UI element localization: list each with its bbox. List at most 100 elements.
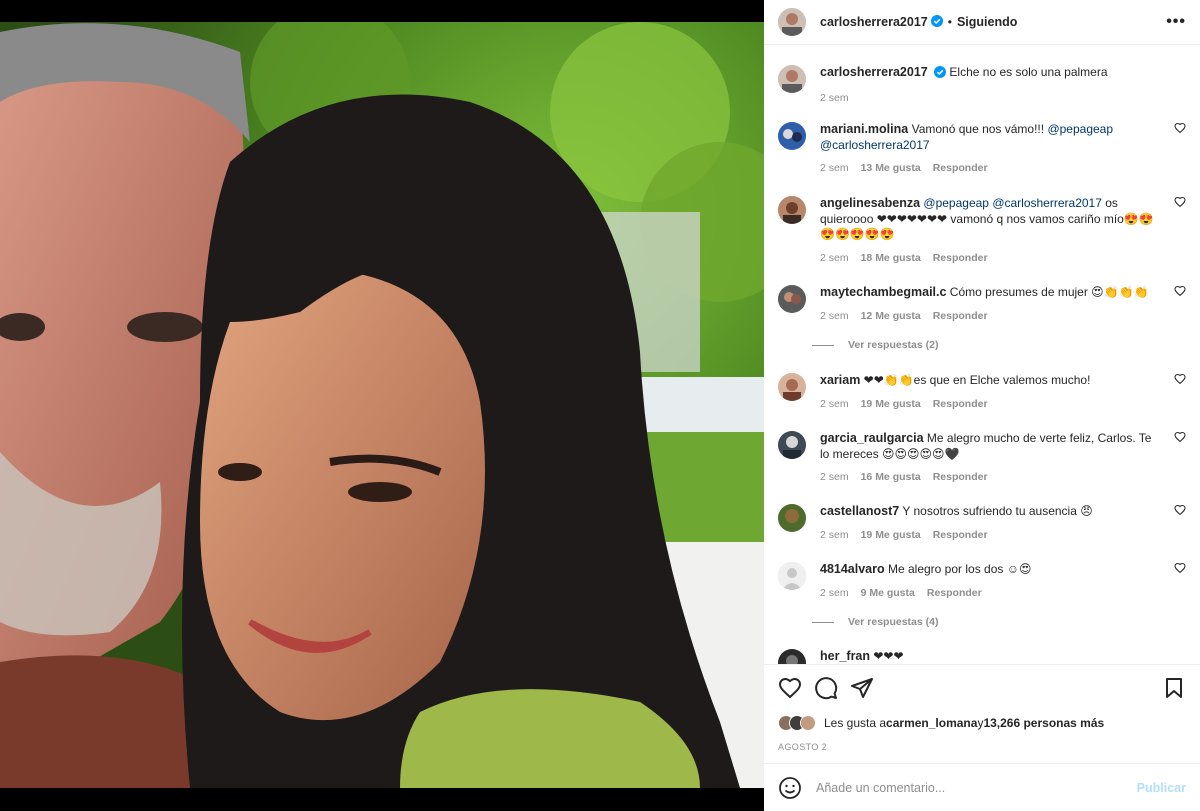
comment-likes[interactable]: 16 Me gusta bbox=[861, 471, 921, 483]
caption-username[interactable]: carlosherrera2017 bbox=[820, 65, 928, 79]
commenter-username[interactable]: mariani.molina bbox=[820, 122, 908, 136]
author-username[interactable]: carlosherrera2017 bbox=[820, 15, 928, 29]
post-side-panel: carlosherrera2017 • Siguiendo ••• carlos… bbox=[764, 0, 1200, 811]
comment-likes[interactable]: 19 Me gusta bbox=[861, 529, 921, 541]
action-buttons bbox=[764, 665, 1200, 711]
reply-button[interactable]: Responder bbox=[933, 398, 988, 410]
commenter-avatar[interactable] bbox=[778, 373, 806, 401]
heart-icon[interactable] bbox=[1174, 373, 1186, 385]
commenter-username[interactable]: 4814alvaro bbox=[820, 562, 885, 576]
post-date: AGOSTO 2 bbox=[778, 742, 828, 752]
comment-time: 2 sem bbox=[820, 162, 849, 174]
view-replies-label[interactable]: Ver respuestas (4) bbox=[848, 616, 938, 628]
comment-likes[interactable]: 18 Me gusta bbox=[861, 252, 921, 264]
reply-button[interactable]: Responder bbox=[933, 310, 988, 322]
author-avatar[interactable] bbox=[778, 8, 806, 36]
following-button[interactable]: Siguiendo bbox=[957, 15, 1017, 29]
comment-text: Me alegro por los dos ☺😍 bbox=[887, 562, 1032, 576]
commenter-username[interactable]: maytechambegmail.c bbox=[820, 285, 946, 299]
liker-username[interactable]: carmen_lomana bbox=[886, 716, 977, 730]
comment-text: ❤❤👏👏es que en Elche valemos mucho! bbox=[863, 373, 1091, 387]
replies-divider bbox=[812, 621, 834, 623]
liker-avatar bbox=[800, 715, 816, 731]
comment-time: 2 sem bbox=[820, 309, 849, 322]
mention-link[interactable]: @carlosherrera2017 bbox=[820, 138, 930, 152]
comment-likes[interactable]: 19 Me gusta bbox=[861, 398, 921, 410]
commenter-username[interactable]: castellanost7 bbox=[820, 504, 899, 518]
mention-link[interactable]: @pepageap bbox=[1047, 122, 1113, 136]
default-avatar-icon[interactable] bbox=[778, 562, 806, 590]
comment-text: Y nosotros sufriendo tu ausencia 😠 bbox=[902, 504, 1093, 518]
reply-button[interactable]: Responder bbox=[927, 587, 982, 599]
comment-time: 2 sem bbox=[820, 397, 849, 410]
heart-icon[interactable] bbox=[1174, 431, 1186, 443]
share-icon[interactable] bbox=[850, 676, 874, 700]
comment-item: 4814alvaro Me alegro por los dos ☺😍 2 se… bbox=[778, 562, 1186, 601]
heart-icon[interactable] bbox=[1174, 285, 1186, 297]
caption-text: Elche no es solo una palmera bbox=[949, 65, 1108, 79]
view-replies-button[interactable]: Ver respuestas (2) bbox=[812, 339, 938, 351]
post-photo[interactable] bbox=[0, 22, 764, 788]
comment-time: 2 sem bbox=[820, 251, 849, 264]
commenter-avatar[interactable] bbox=[778, 285, 806, 313]
comment-item: maytechambegmail.c Cómo presumes de muje… bbox=[778, 285, 1186, 324]
comment-likes[interactable]: 9 Me gusta bbox=[861, 587, 915, 599]
author-avatar-small[interactable] bbox=[778, 65, 806, 93]
commenter-username[interactable]: xariam bbox=[820, 373, 860, 387]
comment-time: 2 sem bbox=[820, 471, 849, 483]
likes-prefix: Les gusta a bbox=[824, 716, 887, 730]
reply-button[interactable]: Responder bbox=[933, 252, 988, 264]
heart-icon[interactable] bbox=[1174, 504, 1186, 516]
comment-text: ❤❤❤ bbox=[873, 649, 904, 663]
publish-button[interactable]: Publicar bbox=[1137, 781, 1186, 795]
commenter-avatar[interactable] bbox=[778, 504, 806, 532]
caption-time: 2 sem bbox=[820, 91, 849, 104]
post-header: carlosherrera2017 • Siguiendo ••• bbox=[764, 0, 1200, 45]
likes-summary: Les gusta a carmen_lomana y 13,266 perso… bbox=[764, 711, 1200, 735]
mention-link[interactable]: @pepageap bbox=[923, 196, 989, 210]
bookmark-icon[interactable] bbox=[1162, 676, 1186, 700]
reply-button[interactable]: Responder bbox=[933, 162, 988, 174]
comment-time: 2 sem bbox=[820, 586, 849, 599]
verified-icon bbox=[930, 14, 943, 30]
comment-item: mariani.molina Vamonó que nos vámo!!! @p… bbox=[778, 122, 1186, 177]
view-replies-label[interactable]: Ver respuestas (2) bbox=[848, 339, 938, 351]
commenter-username[interactable]: garcia_raulgarcia bbox=[820, 431, 924, 445]
emoji-icon[interactable] bbox=[778, 776, 802, 800]
comment-text: Cómo presumes de mujer 😍👏👏👏 bbox=[949, 285, 1149, 299]
header-separator: • bbox=[947, 15, 952, 29]
comment-item: xariam ❤❤👏👏es que en Elche valemos mucho… bbox=[778, 373, 1186, 412]
commenter-avatar[interactable] bbox=[778, 196, 806, 224]
reply-button[interactable]: Responder bbox=[933, 471, 988, 483]
heart-icon[interactable] bbox=[778, 676, 802, 700]
commenter-avatar[interactable] bbox=[778, 122, 806, 150]
heart-icon[interactable] bbox=[1174, 196, 1186, 208]
selfie-image bbox=[0, 22, 764, 788]
liker-avatars bbox=[778, 715, 816, 731]
reply-button[interactable]: Responder bbox=[933, 529, 988, 541]
commenter-avatar[interactable] bbox=[778, 431, 806, 459]
post-caption: carlosherrera2017 Elche no es solo una p… bbox=[778, 65, 1186, 106]
post-actions-section: Les gusta a carmen_lomana y 13,266 perso… bbox=[764, 664, 1200, 811]
add-comment-bar: Publicar bbox=[764, 763, 1200, 811]
comment-item: angelinesabenza @pepageap @carlosherrera… bbox=[778, 196, 1186, 266]
comment-likes[interactable]: 13 Me gusta bbox=[861, 162, 921, 174]
heart-icon[interactable] bbox=[1174, 122, 1186, 134]
likes-count[interactable]: 13,266 personas más bbox=[983, 716, 1104, 730]
comment-time: 2 sem bbox=[820, 528, 849, 541]
view-replies-button[interactable]: Ver respuestas (4) bbox=[812, 616, 938, 628]
commenter-username[interactable]: angelinesabenza bbox=[820, 196, 920, 210]
comment-icon[interactable] bbox=[814, 676, 838, 700]
replies-divider bbox=[812, 344, 834, 346]
commenter-username[interactable]: her_fran bbox=[820, 649, 870, 663]
commenter-avatar[interactable] bbox=[778, 649, 806, 664]
comment-item: castellanost7 Y nosotros sufriendo tu au… bbox=[778, 504, 1186, 543]
verified-icon bbox=[934, 66, 947, 83]
comment-likes[interactable]: 12 Me gusta bbox=[861, 310, 921, 322]
comments-list[interactable]: carlosherrera2017 Elche no es solo una p… bbox=[764, 46, 1200, 664]
comment-input[interactable] bbox=[816, 780, 1137, 795]
comment-item: garcia_raulgarcia Me alegro mucho de ver… bbox=[778, 431, 1186, 486]
more-icon[interactable]: ••• bbox=[1166, 13, 1186, 31]
mention-link[interactable]: @carlosherrera2017 bbox=[992, 196, 1102, 210]
heart-icon[interactable] bbox=[1174, 562, 1186, 574]
